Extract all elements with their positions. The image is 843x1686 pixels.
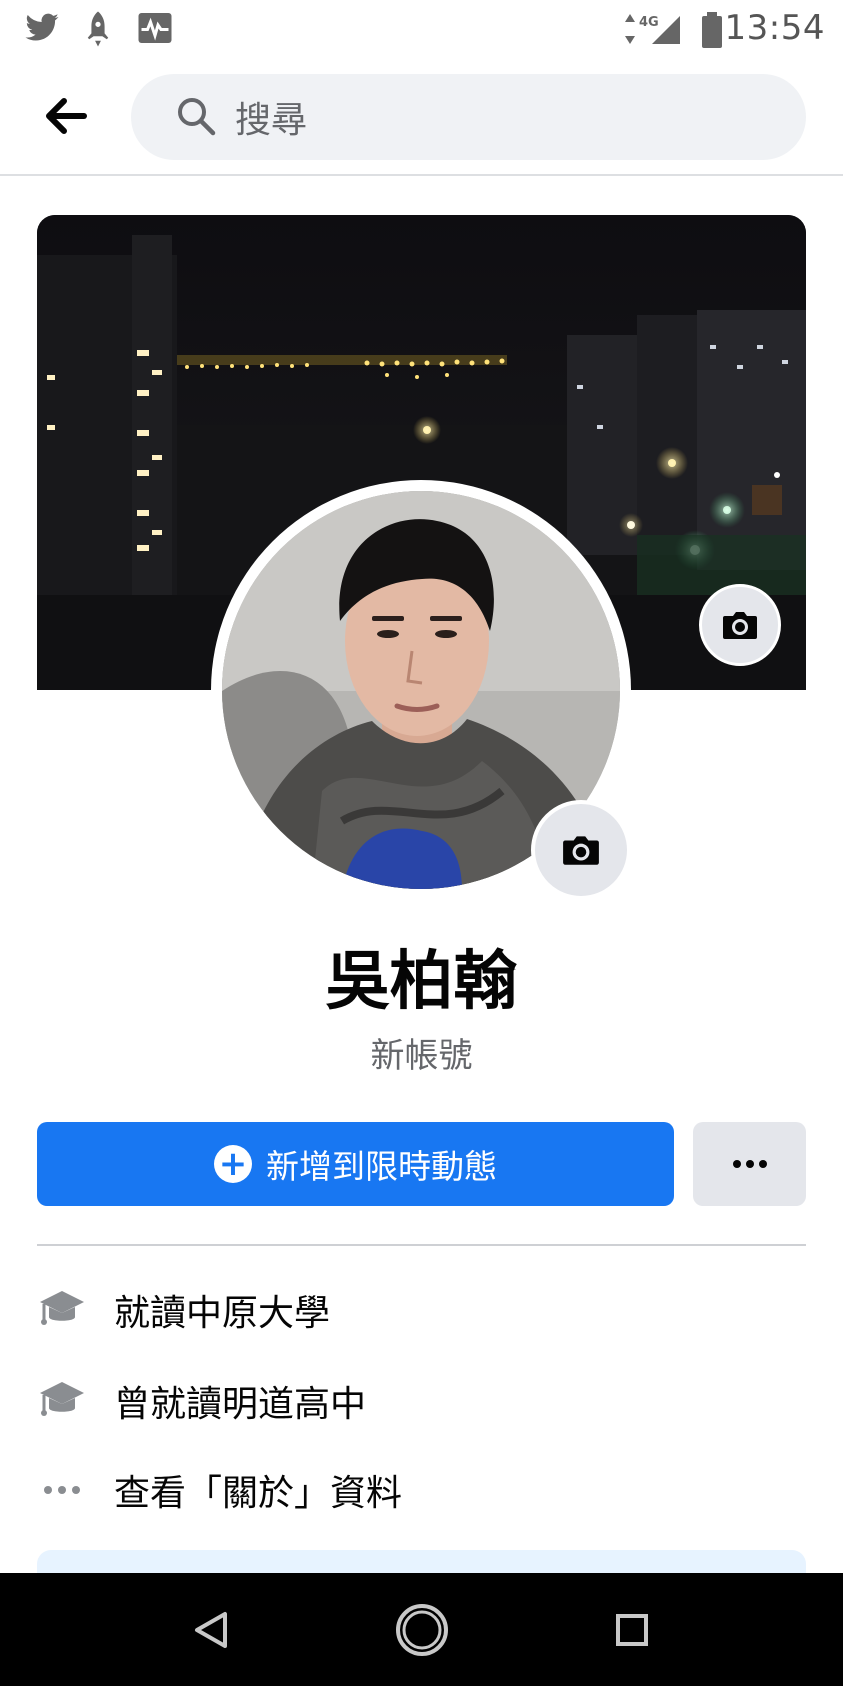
status-time: 13:54 — [724, 8, 825, 48]
camera-icon — [563, 836, 599, 865]
more-horizontal-icon — [732, 1160, 767, 1168]
search-icon — [176, 96, 216, 140]
detail-text: 查看「關於」資料 — [114, 1473, 403, 1514]
triangle-back-icon — [195, 1612, 227, 1648]
divider — [37, 1244, 806, 1246]
rocket-icon — [80, 10, 116, 52]
nav-recents-button[interactable] — [597, 1595, 667, 1665]
detail-text: 就讀中原大學 — [114, 1293, 331, 1334]
back-button[interactable] — [30, 83, 102, 149]
signal-icon: 4G — [622, 12, 682, 50]
network-label: 4G — [639, 15, 659, 30]
see-about-info-link[interactable]: 查看「關於」資料 — [37, 1455, 806, 1525]
search-placeholder: 搜尋 — [235, 100, 308, 141]
detail-text: 曾就讀明道高中 — [114, 1384, 367, 1425]
edit-profile-picture-button[interactable] — [531, 800, 631, 900]
arrow-left-icon — [46, 98, 87, 134]
top-bar: 搜尋 — [0, 58, 843, 176]
add-to-story-label: 新增到限時動態 — [266, 1147, 497, 1186]
edit-cover-photo-button[interactable] — [699, 584, 781, 666]
facebook-profile-screen: 4G 13:54 搜尋 吳柏翰 新帳號 + 新增到限時動態 就讀中原大學 曾就讀… — [0, 0, 843, 1686]
more-horizontal-icon — [37, 1465, 87, 1515]
activity-icon — [136, 10, 174, 50]
nav-home-button[interactable] — [387, 1595, 457, 1665]
camera-icon — [723, 612, 757, 639]
graduation-cap-icon — [37, 1285, 87, 1335]
detail-education-current: 就讀中原大學 — [37, 1275, 806, 1345]
system-navigation-bar — [0, 1573, 843, 1686]
plus-circle-icon: + — [214, 1145, 252, 1183]
detail-education-past: 曾就讀明道高中 — [37, 1366, 806, 1436]
add-to-story-button[interactable]: + 新增到限時動態 — [37, 1122, 674, 1206]
profile-name: 吳柏翰 — [325, 945, 518, 1019]
more-options-button[interactable] — [693, 1122, 806, 1206]
status-bar: 4G 13:54 — [0, 0, 843, 58]
profile-subtitle: 新帳號 — [370, 1036, 473, 1076]
graduation-cap-icon — [37, 1376, 87, 1426]
square-recents-icon — [616, 1614, 648, 1646]
search-input[interactable]: 搜尋 — [131, 74, 806, 160]
nav-back-button[interactable] — [176, 1595, 246, 1665]
twitter-icon — [22, 10, 62, 50]
battery-icon — [700, 12, 724, 52]
home-circle-icon — [396, 1604, 448, 1656]
